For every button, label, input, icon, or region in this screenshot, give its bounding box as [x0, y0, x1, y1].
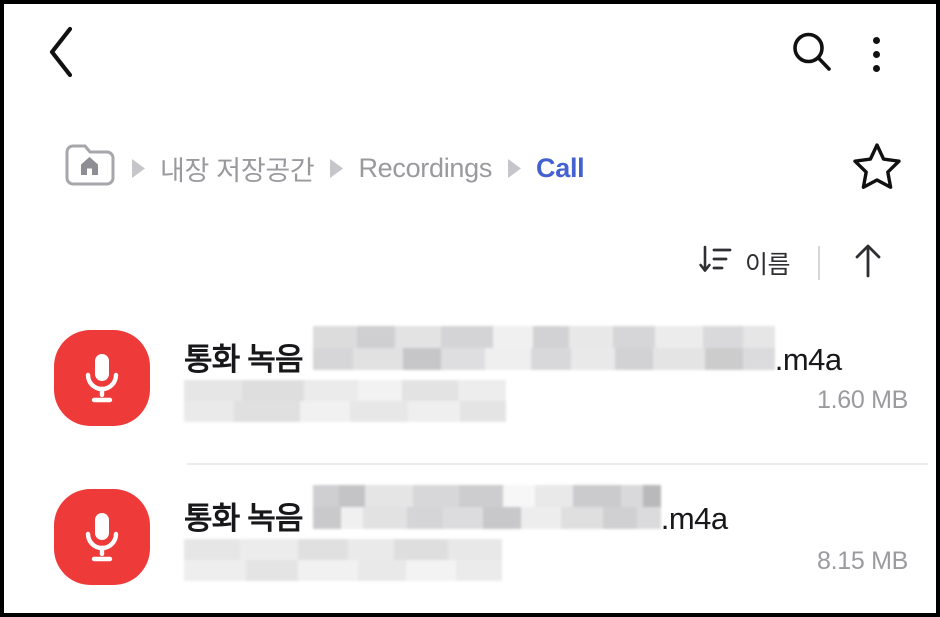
file-name: 통화 녹음 .m4a [184, 326, 916, 380]
top-app-bar [4, 4, 936, 104]
file-subtitle [184, 380, 916, 432]
sort-bar: 이름 [693, 232, 894, 294]
search-button[interactable] [780, 22, 844, 86]
sort-by-button[interactable]: 이름 [693, 241, 796, 285]
breadcrumb-home-button[interactable] [62, 144, 120, 192]
file-name: 통화 녹음 .m4a [184, 485, 916, 539]
breadcrumb-separator-3 [496, 158, 532, 179]
breadcrumb-item-recordings[interactable]: Recordings [354, 153, 496, 184]
back-chevron-icon [44, 25, 78, 84]
file-name-redaction [312, 485, 661, 529]
more-vertical-icon [872, 36, 880, 72]
file-name-prefix: 통화 녹음 [184, 501, 304, 536]
voice-recorder-microphone-icon [54, 330, 150, 426]
back-button[interactable] [44, 24, 92, 84]
file-name-prefix: 통화 녹음 [184, 342, 304, 377]
star-outline-icon [851, 140, 903, 197]
file-size: 1.60 MB [816, 386, 908, 414]
file-subtitle-redaction [184, 380, 506, 422]
list-item[interactable]: 통화 녹음 [4, 463, 936, 613]
file-subtitle-redaction [184, 539, 502, 581]
arrow-up-icon [852, 242, 884, 285]
folder-home-icon [62, 142, 118, 195]
file-extension: .m4a [660, 501, 728, 536]
file-manager-screen: 내장 저장공간 Recordings Call 이름 통화 녹음 .m4a 1.… [0, 0, 940, 617]
file-details: 통화 녹음 [184, 326, 936, 432]
sort-descending-icon [699, 245, 732, 281]
file-extension: .m4a [774, 342, 842, 377]
breadcrumb-separator-2 [318, 158, 354, 179]
breadcrumb: 내장 저장공간 Recordings Call [62, 144, 844, 192]
sort-order-button[interactable] [842, 237, 894, 289]
sort-by-label: 이름 [744, 251, 791, 279]
breadcrumb-item-internal-storage[interactable]: 내장 저장공간 [156, 149, 318, 188]
breadcrumb-bar: 내장 저장공간 Recordings Call [4, 122, 936, 214]
file-size: 8.15 MB [816, 547, 908, 575]
more-options-button[interactable] [844, 22, 908, 86]
breadcrumb-item-call[interactable]: Call [532, 153, 588, 184]
voice-recorder-microphone-icon [54, 489, 150, 585]
file-name-redaction [312, 326, 775, 370]
file-details: 통화 녹음 [184, 485, 936, 591]
file-thumbnail [54, 489, 150, 585]
search-icon [789, 29, 835, 80]
sort-divider [818, 246, 820, 280]
favorite-button[interactable] [844, 135, 910, 201]
list-item[interactable]: 통화 녹음 [4, 304, 936, 463]
file-subtitle [184, 539, 916, 591]
file-list: 통화 녹음 .m4a 1.60 MB 통화 녹음 .m4a 8.15 MB [4, 304, 936, 613]
breadcrumb-separator-1 [120, 158, 156, 179]
file-thumbnail [54, 330, 150, 426]
